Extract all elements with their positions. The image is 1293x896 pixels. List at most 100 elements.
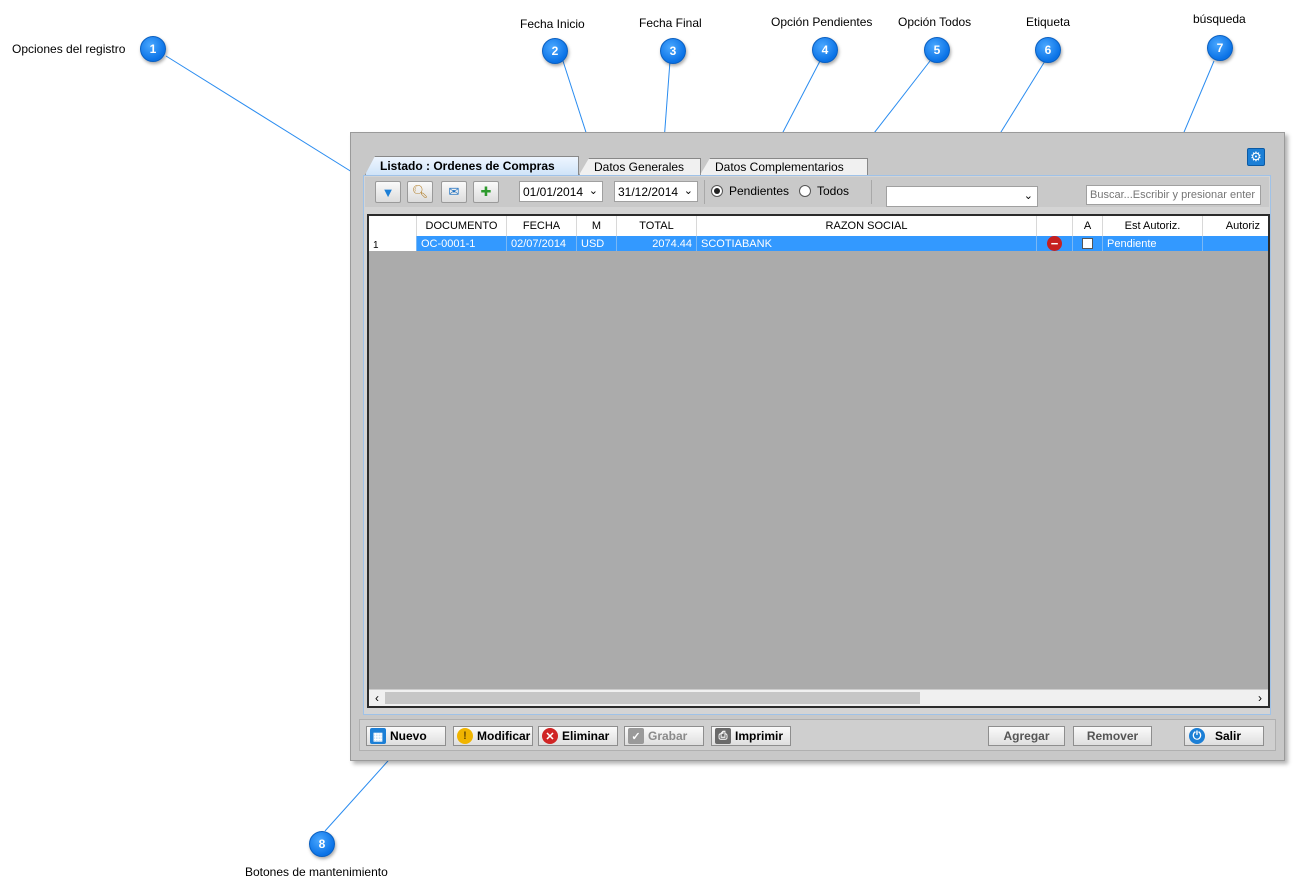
column-header-status[interactable] <box>1037 216 1073 236</box>
search-icon: 🔍︎ <box>411 184 429 199</box>
annotation-badge-8: 8 <box>309 831 335 857</box>
annotation-label-1: Opciones del registro <box>12 42 126 56</box>
cell-status: − <box>1037 236 1073 251</box>
column-header-est-autoriz[interactable]: Est Autoriz. <box>1103 216 1203 236</box>
annotation-badge-5: 5 <box>924 37 950 63</box>
a-checkbox[interactable] <box>1082 238 1093 249</box>
settings-gear-icon[interactable]: ⚙ <box>1247 148 1265 166</box>
search-input[interactable] <box>1086 185 1261 205</box>
column-header-m[interactable]: M <box>577 216 617 236</box>
printer-icon: ⎙ <box>715 728 731 744</box>
chevron-down-icon: ⌄ <box>1023 190 1033 202</box>
search-button[interactable]: 🔍︎ <box>407 181 433 203</box>
annotation-badge-2: 2 <box>542 38 568 64</box>
etiqueta-select[interactable]: ⌄ <box>886 186 1038 207</box>
salir-label: Salir <box>1215 729 1242 743</box>
column-header-autoriz[interactable]: Autoriz <box>1203 216 1270 236</box>
annotation-badge-3: 3 <box>660 38 686 64</box>
chevron-down-icon: ⌄ <box>588 185 598 197</box>
agregar-button[interactable]: Agregar <box>988 726 1065 746</box>
scroll-left-icon[interactable]: ‹ <box>369 690 385 706</box>
add-document-icon: ✚ <box>480 184 492 199</box>
column-header-a[interactable]: A <box>1073 216 1103 236</box>
add-document-button[interactable]: ✚ <box>473 181 499 203</box>
no-entry-icon: − <box>1047 236 1062 251</box>
orders-grid: DOCUMENTO FECHA M TOTAL RAZON SOCIAL A E… <box>367 214 1270 708</box>
tab-datos-complementarios-label: Datos Complementarios <box>715 160 844 174</box>
toolbar: ▼ 🔍︎ ✉ ✚ 01/01/2014 ⌄ 31/12/2014 ⌄ Pendi… <box>365 177 1269 207</box>
annotation-label-6: Etiqueta <box>1026 15 1071 29</box>
edit-icon: ! <box>457 728 473 744</box>
delete-icon: ✕ <box>542 728 558 744</box>
agregar-label: Agregar <box>1003 729 1050 743</box>
date-end-select[interactable]: 31/12/2014 ⌄ <box>614 181 698 202</box>
grid-header: DOCUMENTO FECHA M TOTAL RAZON SOCIAL A E… <box>369 216 1268 236</box>
nuevo-button[interactable]: ▦ Nuevo <box>366 726 446 746</box>
toolbar-separator <box>704 180 705 204</box>
column-header-razon-social[interactable]: RAZON SOCIAL <box>697 216 1037 236</box>
annotation-label-4: Opción Pendientes <box>771 15 873 29</box>
remover-button[interactable]: Remover <box>1073 726 1152 746</box>
nuevo-label: Nuevo <box>390 729 427 743</box>
grabar-button[interactable]: ✓ Grabar <box>624 726 704 746</box>
annotation-badge-1: 1 <box>140 36 166 62</box>
tab-datos-generales-label: Datos Generales <box>594 160 685 174</box>
filter-button[interactable]: ▼ <box>375 181 401 203</box>
eliminar-label: Eliminar <box>562 729 610 743</box>
cell-documento: OC-0001-1 <box>417 236 507 251</box>
annotation-label-2: Fecha Inicio <box>520 17 585 31</box>
tab-listado-label: Listado : Ordenes de Compras <box>380 159 555 173</box>
table-row[interactable]: 1 OC-0001-1 02/07/2014 USD 2074.44 SCOTI… <box>369 236 1268 251</box>
radio-todos[interactable]: Todos <box>799 184 849 198</box>
annotation-label-7: búsqueda <box>1193 12 1246 26</box>
annotation-label-3: Fecha Final <box>639 16 702 30</box>
cell-autoriz <box>1203 236 1270 251</box>
cell-moneda: USD <box>577 236 617 251</box>
column-header-fecha[interactable]: FECHA <box>507 216 577 236</box>
imprimir-button[interactable]: ⎙ Imprimir <box>711 726 791 746</box>
tab-listado[interactable]: Listado : Ordenes de Compras <box>365 156 579 175</box>
listado-panel: ▼ 🔍︎ ✉ ✚ 01/01/2014 ⌄ 31/12/2014 ⌄ Pendi… <box>363 175 1271 715</box>
row-number: 1 <box>369 236 417 251</box>
cell-total: 2074.44 <box>617 236 697 251</box>
column-header-rownum <box>369 216 417 236</box>
radio-pendientes[interactable]: Pendientes <box>711 184 789 198</box>
eliminar-button[interactable]: ✕ Eliminar <box>538 726 618 746</box>
date-end-value: 31/12/2014 <box>618 184 679 199</box>
scrollbar-thumb[interactable] <box>385 692 920 704</box>
horizontal-scrollbar[interactable]: ‹ › <box>369 689 1268 706</box>
imprimir-label: Imprimir <box>735 729 784 743</box>
cell-fecha: 02/07/2014 <box>507 236 577 251</box>
salir-button[interactable]: ⏻ Salir <box>1184 726 1264 746</box>
cell-est-autoriz: Pendiente <box>1103 236 1203 251</box>
radio-todos-dot[interactable] <box>799 185 811 197</box>
date-start-value: 01/01/2014 <box>523 184 584 199</box>
chevron-down-icon: ⌄ <box>683 185 693 197</box>
column-header-documento[interactable]: DOCUMENTO <box>417 216 507 236</box>
radio-todos-label: Todos <box>817 184 850 198</box>
toolbar-separator <box>871 180 872 204</box>
annotation-badge-7: 7 <box>1207 35 1233 61</box>
radio-pendientes-label: Pendientes <box>729 184 790 198</box>
tab-datos-complementarios[interactable]: Datos Complementarios <box>700 158 868 175</box>
annotation-badge-6: 6 <box>1035 37 1061 63</box>
scroll-right-icon[interactable]: › <box>1252 690 1268 706</box>
column-header-total[interactable]: TOTAL <box>617 216 697 236</box>
email-icon: ✉ <box>448 184 460 199</box>
date-start-select[interactable]: 01/01/2014 ⌄ <box>519 181 603 202</box>
email-button[interactable]: ✉ <box>441 181 467 203</box>
modificar-button[interactable]: ! Modificar <box>453 726 533 746</box>
annotation-badge-4: 4 <box>812 37 838 63</box>
cell-a <box>1073 236 1103 251</box>
maintenance-button-bar: ▦ Nuevo ! Modificar ✕ Eliminar ✓ Grabar … <box>359 719 1276 751</box>
new-icon: ▦ <box>370 728 386 744</box>
annotation-label-5: Opción Todos <box>898 15 972 29</box>
modificar-label: Modificar <box>477 729 531 743</box>
tab-datos-generales[interactable]: Datos Generales <box>579 158 701 175</box>
filter-icon: ▼ <box>381 184 395 200</box>
exit-icon: ⏻ <box>1189 728 1205 744</box>
cell-razon-social: SCOTIABANK <box>697 236 1037 251</box>
app-window: ⚙ Listado : Ordenes de Compras Datos Gen… <box>350 132 1285 761</box>
check-icon: ✓ <box>628 728 644 744</box>
radio-pendientes-dot[interactable] <box>711 185 723 197</box>
